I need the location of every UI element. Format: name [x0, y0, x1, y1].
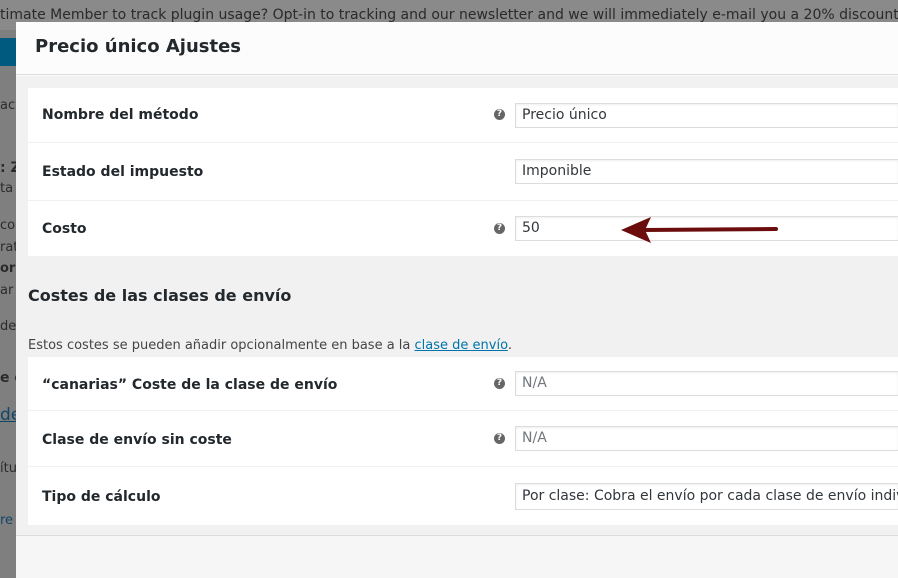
setting-row-calculation-type: Tipo de cálculo Por clase: Cobra el enví… — [28, 467, 898, 525]
tax-status-select[interactable]: Imponible — [515, 159, 898, 184]
shipping-class-costs-description: Estos costes se pueden añadir opcionalme… — [28, 338, 512, 353]
help-icon[interactable]: ? — [494, 223, 505, 234]
modal-body: Nombre del método ? Precio único Estado … — [16, 76, 898, 535]
background-text: rat — [0, 240, 16, 255]
modal-header: Precio único Ajustes — [16, 22, 898, 75]
arrow-shaft — [641, 227, 778, 232]
background-text: ar — [0, 283, 14, 298]
help-icon[interactable]: ? — [494, 433, 505, 444]
tax-status-label: Estado del impuesto — [42, 164, 204, 180]
help-icon[interactable]: ? — [494, 378, 505, 389]
background-button — [0, 38, 16, 66]
description-end: . — [507, 338, 512, 353]
shipping-class-costs-heading: Costes de las clases de envío — [28, 286, 292, 305]
background-text: co — [0, 218, 16, 233]
calculation-type-label: Tipo de cálculo — [42, 489, 161, 505]
calculation-type-select[interactable]: Por clase: Cobra el envío por cada clase… — [515, 483, 898, 510]
setting-row-canarias-cost: “canarias” Coste de la clase de envío ? … — [28, 357, 898, 411]
class-costs-table: “canarias” Coste de la clase de envío ? … — [28, 357, 898, 525]
background-text: ta — [0, 181, 14, 196]
settings-modal: Precio único Ajustes Nombre del método ?… — [16, 22, 898, 578]
cost-label: Costo — [42, 221, 87, 237]
shipping-class-link[interactable]: clase de envío — [415, 338, 508, 353]
background-text: de — [0, 319, 16, 334]
setting-row-method-name: Nombre del método ? Precio único — [28, 88, 898, 143]
background-text: ora — [0, 261, 16, 276]
setting-row-no-class-cost: Clase de envío sin coste ? N/A — [28, 411, 898, 467]
background-text: ítu — [0, 461, 16, 476]
background-text: e e — [0, 370, 16, 386]
canarias-cost-label: “canarias” Coste de la clase de envío — [42, 377, 338, 393]
background-link: re — [0, 513, 14, 528]
arrow-left-icon — [621, 217, 778, 243]
method-name-input[interactable]: Precio único — [515, 103, 898, 128]
modal-footer — [16, 535, 898, 578]
background-text: : Z — [0, 160, 16, 176]
background-link: de — [0, 405, 16, 425]
help-icon[interactable]: ? — [494, 109, 505, 120]
description-text: Estos costes se pueden añadir opcionalme… — [28, 338, 411, 353]
background-text: ac — [0, 98, 16, 113]
canarias-cost-input[interactable]: N/A — [515, 371, 898, 396]
no-class-cost-label: Clase de envío sin coste — [42, 432, 232, 448]
modal-title: Precio único Ajustes — [35, 36, 242, 57]
setting-row-tax-status: Estado del impuesto Imponible — [28, 143, 898, 201]
method-name-label: Nombre del método — [42, 107, 199, 123]
no-class-cost-input[interactable]: N/A — [515, 426, 898, 451]
